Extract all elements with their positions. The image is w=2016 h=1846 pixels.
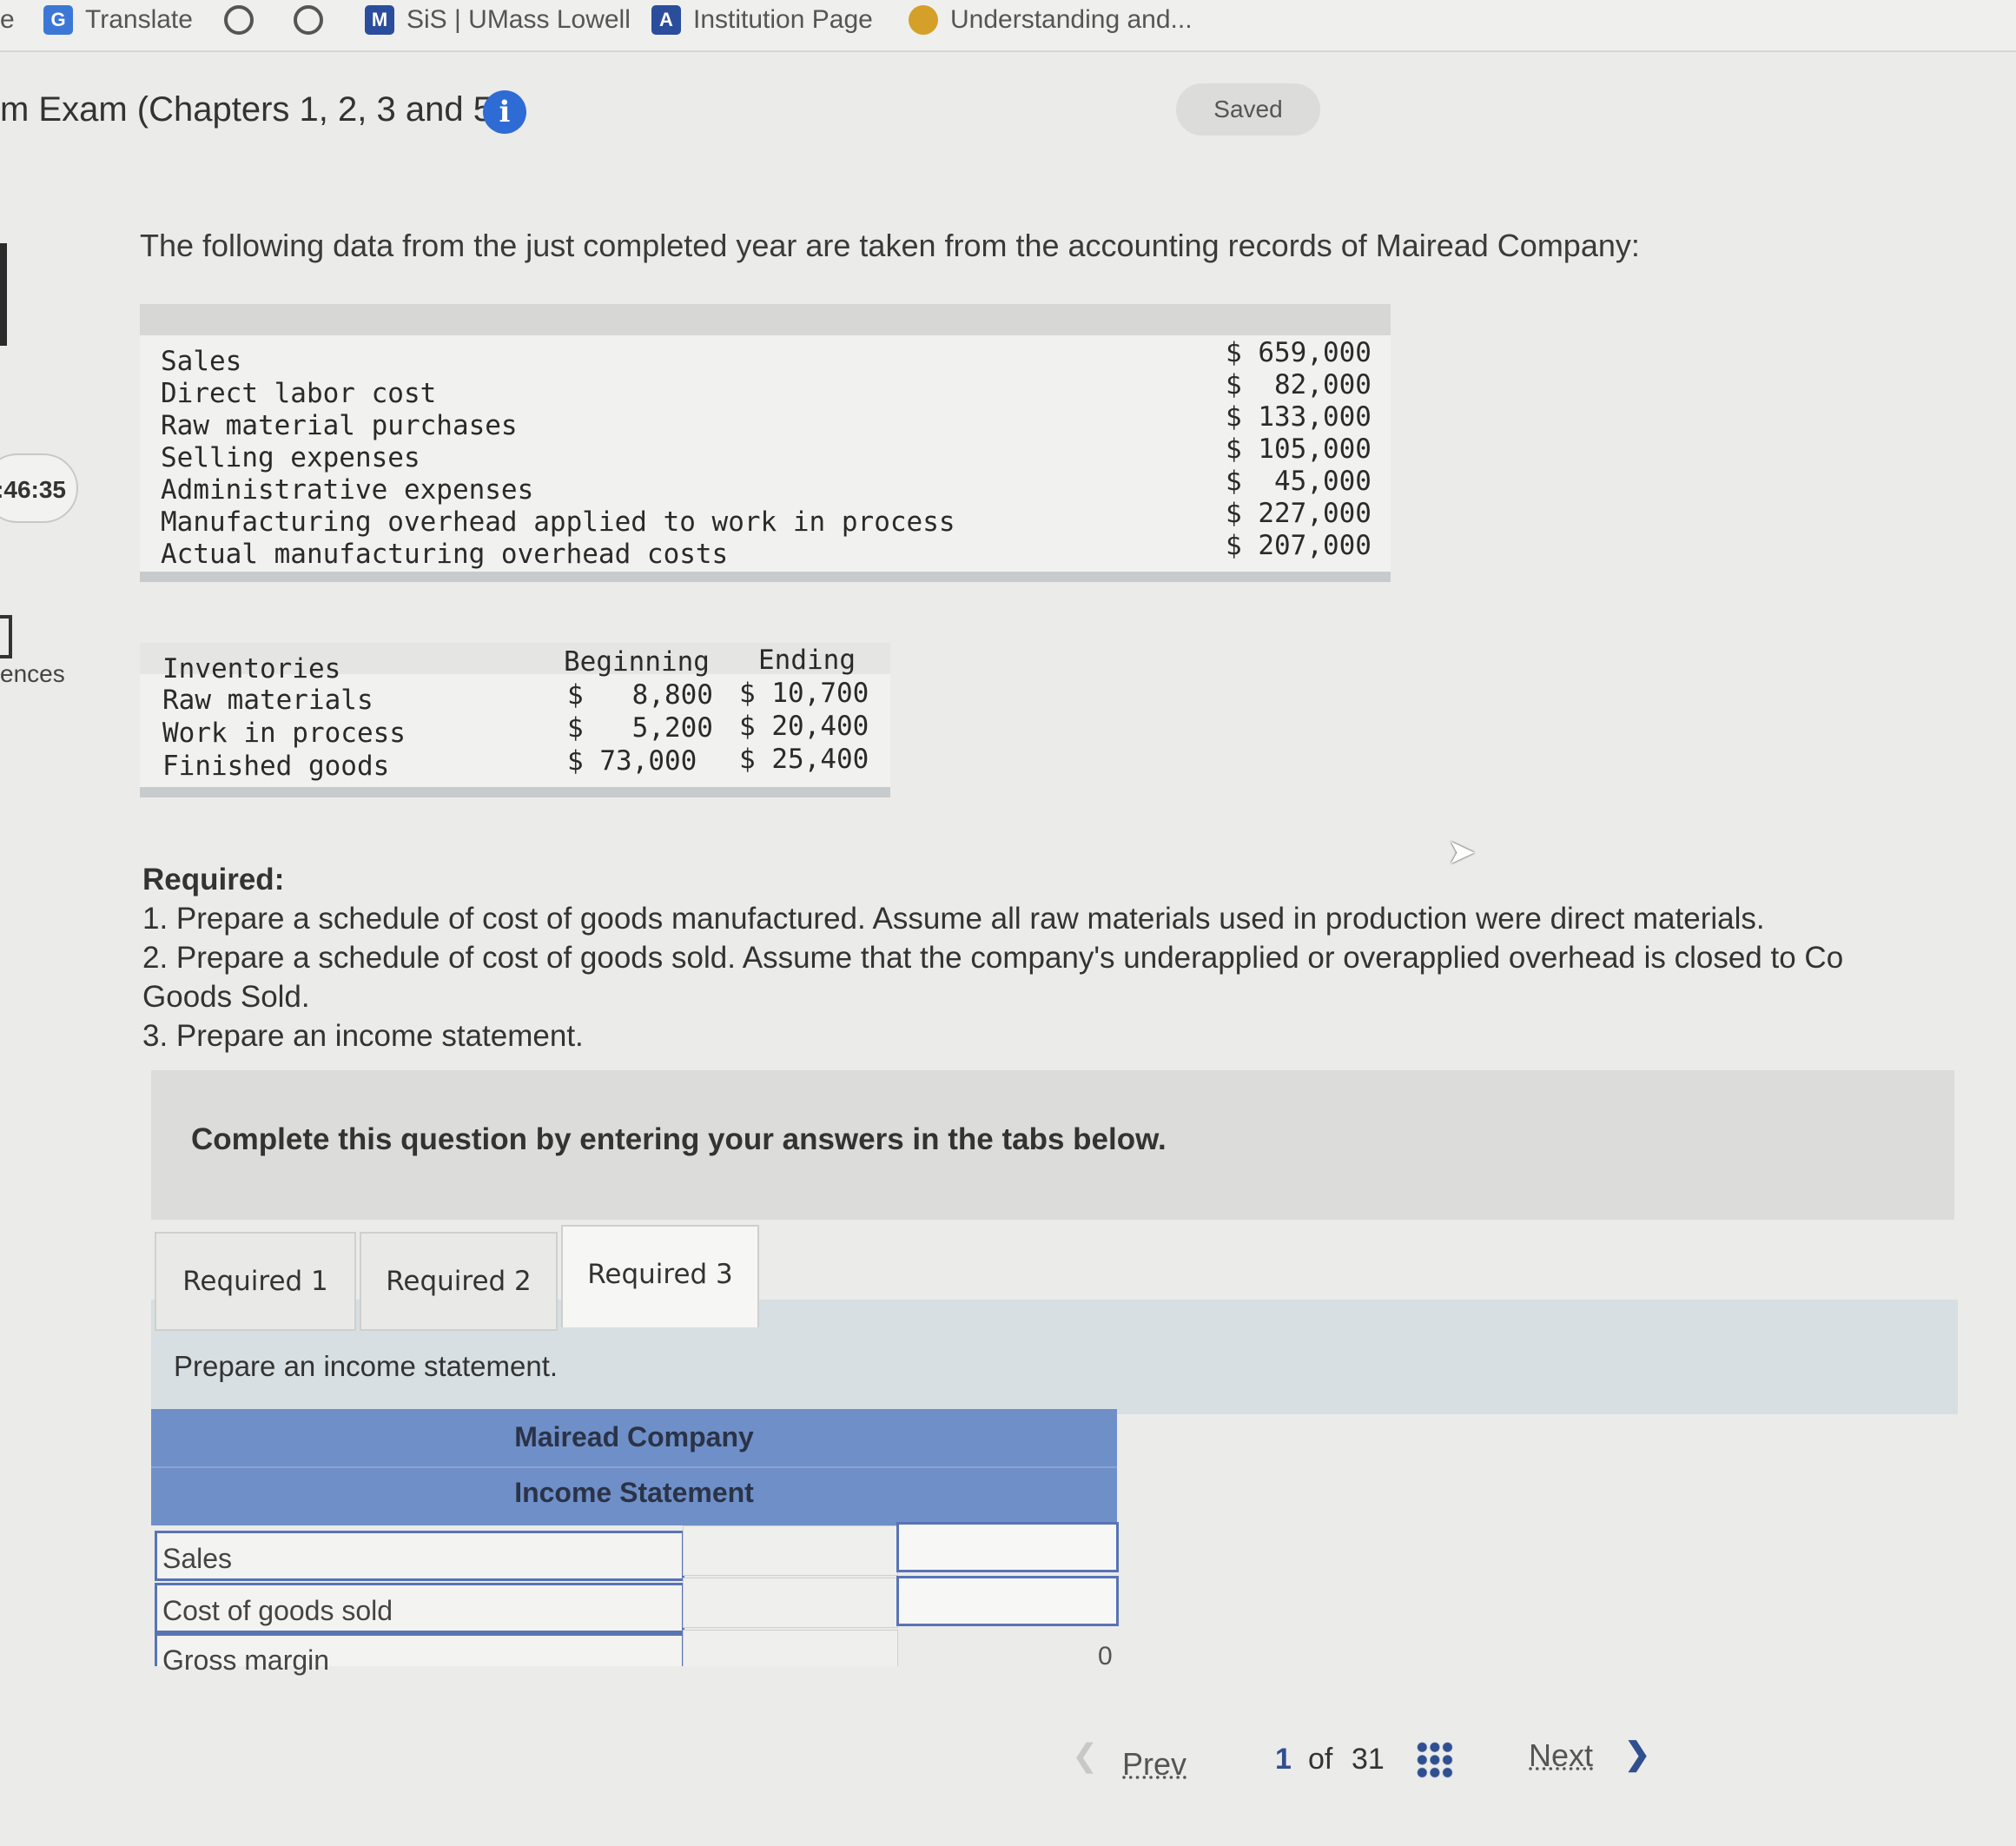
table-row-value: $ 227,000 (1226, 498, 1372, 529)
page-current: 1 (1275, 1743, 1292, 1776)
inventory-row-label: Raw materials (162, 685, 373, 716)
timer: :46:35 (0, 453, 78, 523)
table-row-label: Administrative expenses (161, 474, 534, 506)
table-row-label: Direct labor cost (161, 378, 437, 409)
bookmark-sis[interactable]: M SiS | UMass Lowell (365, 5, 631, 35)
inventory-row-label: Work in process (162, 718, 406, 749)
page-of: of (1308, 1743, 1333, 1776)
table-row-label: Raw material purchases (161, 410, 518, 441)
row-label-sales[interactable]: Sales (155, 1531, 684, 1581)
next-button[interactable]: Next (1529, 1737, 1593, 1774)
question-intro: The following data from the just complet… (140, 228, 1640, 263)
inventory-row-ending: $ 25,400 (739, 744, 869, 775)
inventory-table: Inventories Beginning Ending Raw materia… (140, 643, 890, 797)
inventory-row-beginning: $ 5,200 (567, 712, 713, 744)
bookmark-understanding[interactable]: Understanding and... (909, 5, 1193, 35)
instructions-text: Complete this question by entering your … (191, 1122, 1167, 1156)
bookmark-translate[interactable]: G Translate (43, 5, 193, 35)
question-marker (0, 243, 7, 346)
tab-prompt: Prepare an income statement. (174, 1350, 559, 1382)
bookmark-globe-2[interactable] (294, 5, 335, 35)
table-row-value: $ 659,000 (1226, 337, 1372, 368)
references-label[interactable]: ences (0, 660, 65, 688)
table-bottom-rule (140, 572, 1391, 582)
inventory-header-ending: Ending (758, 645, 856, 676)
table-bottom-rule (140, 787, 890, 797)
question-grid-icon[interactable] (1416, 1741, 1454, 1779)
exam-title: m Exam (Chapters 1, 2, 3 and 5) (0, 90, 505, 129)
row-label-cogs[interactable]: Cost of goods sold (155, 1583, 684, 1633)
table-row-label: Selling expenses (161, 442, 420, 473)
sales-amount-input[interactable] (896, 1522, 1119, 1572)
table-row-value: $ 82,000 (1226, 369, 1372, 400)
bookmarks-bar: e G Translate M SiS | UMass Lowell A Ins… (0, 0, 2016, 52)
gross-margin-value: 0 (1098, 1642, 1113, 1671)
required-item: Goods Sold. (142, 980, 310, 1014)
table-row-label: Manufacturing overhead applied to work i… (161, 506, 955, 538)
amount-cell (683, 1578, 898, 1628)
required-heading: Required: (142, 863, 285, 897)
chevron-left-icon[interactable]: ❮ (1072, 1737, 1098, 1774)
page-total: 31 (1352, 1743, 1385, 1776)
table-header-bar (140, 304, 1391, 335)
inventory-row-ending: $ 20,400 (739, 711, 869, 742)
references-icon[interactable] (0, 615, 12, 658)
table-row-label: Actual manufacturing overhead costs (161, 539, 729, 570)
inventory-header-beginning: Beginning (564, 646, 710, 678)
statement-title: Income Statement (514, 1477, 754, 1508)
understanding-icon (909, 5, 938, 35)
table-row-value: $ 207,000 (1226, 530, 1372, 561)
cogs-amount-input[interactable] (896, 1576, 1119, 1626)
data-table: Sales Direct labor cost Raw material pur… (140, 304, 1391, 582)
statement-header: Mairead Company Income Statement (151, 1409, 1117, 1525)
table-row-value: $ 45,000 (1226, 466, 1372, 497)
income-statement-table: Mairead Company Income Statement Sales C… (151, 1409, 1119, 1676)
institution-icon: A (651, 5, 681, 35)
tab-required-2[interactable]: Required 2 (360, 1232, 558, 1331)
tab-required-1[interactable]: Required 1 (155, 1232, 356, 1331)
row-label-gross-margin[interactable]: Gross margin (155, 1633, 684, 1676)
table-row-label: Sales (161, 346, 242, 377)
info-icon[interactable]: i (483, 90, 526, 134)
prev-button[interactable]: Prev (1122, 1746, 1186, 1783)
chevron-right-icon[interactable]: ❯ (1624, 1736, 1650, 1772)
bookmark-institution[interactable]: A Institution Page (651, 5, 873, 35)
header-divider (151, 1466, 1117, 1468)
google-translate-icon: G (43, 5, 73, 35)
inventory-row-label: Finished goods (162, 751, 390, 782)
mouse-cursor-icon: ➤ (1447, 833, 1477, 871)
inventory-header-label: Inventories (162, 653, 341, 685)
inventory-row-beginning: $ 73,000 (567, 745, 697, 777)
required-item: 2. Prepare a schedule of cost of goods s… (142, 941, 1844, 975)
globe-icon (224, 5, 254, 35)
table-row-value: $ 105,000 (1226, 433, 1372, 465)
saved-badge: Saved (1176, 83, 1320, 136)
amount-cell (683, 1525, 898, 1576)
sis-icon: M (365, 5, 394, 35)
table-row-value: $ 133,000 (1226, 401, 1372, 433)
required-item: 3. Prepare an income statement. (142, 1019, 584, 1053)
inventory-row-beginning: $ 8,800 (567, 679, 713, 711)
required-block: Required: 1. Prepare a schedule of cost … (142, 860, 1843, 1055)
company-name: Mairead Company (514, 1421, 754, 1452)
instructions-banner: Complete this question by entering your … (151, 1070, 1954, 1220)
required-item: 1. Prepare a schedule of cost of goods m… (142, 902, 1765, 936)
inventory-row-ending: $ 10,700 (739, 678, 869, 709)
globe-icon (294, 5, 323, 35)
bookmark-edge: e (0, 5, 15, 34)
tab-required-3[interactable]: Required 3 (561, 1225, 759, 1327)
bookmark-globe-1[interactable] (224, 5, 266, 35)
amount-cell (683, 1630, 898, 1666)
